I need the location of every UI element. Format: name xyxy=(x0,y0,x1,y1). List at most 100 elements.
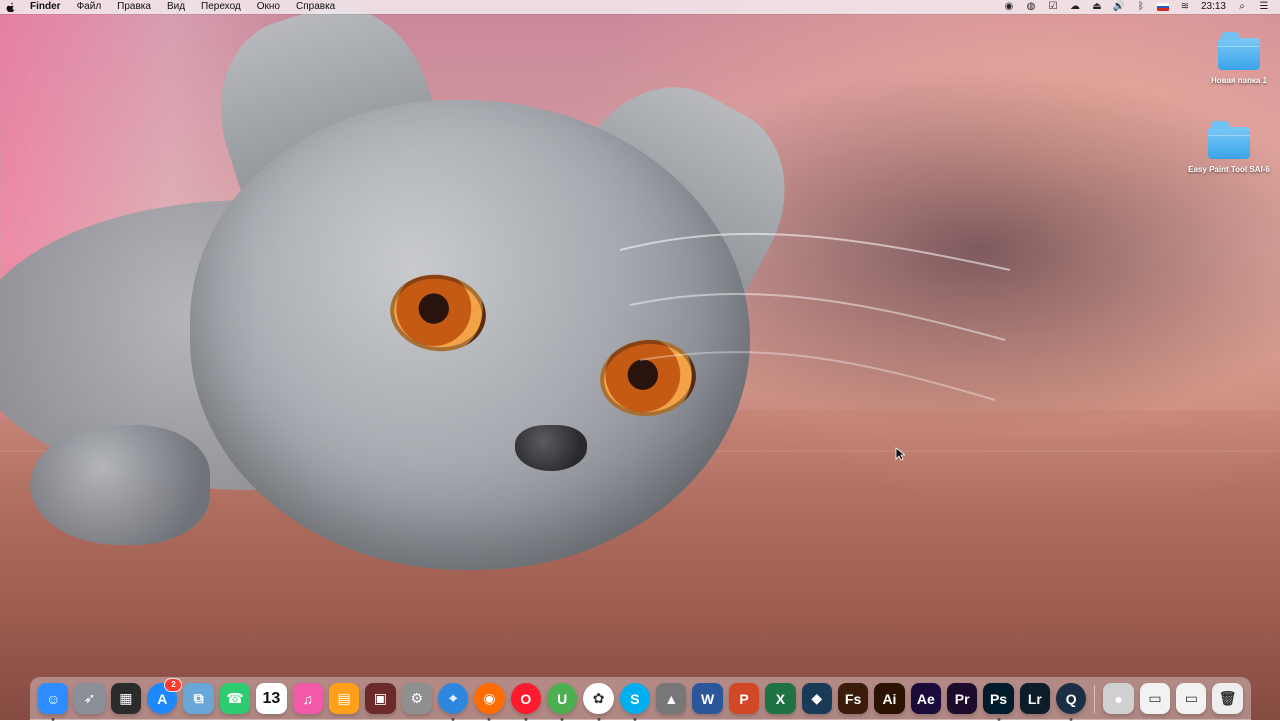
menu-file[interactable]: Файл xyxy=(69,0,110,14)
dock-item-doc-1[interactable]: ▭ xyxy=(1139,683,1171,714)
record-icon: ● xyxy=(1103,683,1133,714)
dock-item-glyph: ▲ xyxy=(664,690,679,707)
dock-item-glyph: ☺ xyxy=(46,690,61,707)
dock-item-glyph: ◉ xyxy=(483,690,496,706)
itunes-icon: ♫ xyxy=(293,683,323,714)
cat-paw xyxy=(30,425,210,545)
dock-item-app-store[interactable]: A2 xyxy=(147,679,182,714)
menu-edit[interactable]: Правка xyxy=(109,0,159,14)
desktop-folder-2[interactable]: Easy Paint Tool SAI-6 xyxy=(1184,121,1274,174)
eject-icon[interactable]: ⏏ xyxy=(1091,1,1103,13)
dock-item-app[interactable]: ◆ xyxy=(801,683,832,714)
sketch-icon: ◆ xyxy=(802,683,832,714)
excel-icon: X xyxy=(765,683,795,714)
bluetooth-icon[interactable]: ᛒ xyxy=(1135,1,1147,13)
dock-item-preview[interactable]: ⧉ xyxy=(183,683,214,714)
dock-item-adobe-illustrator[interactable]: Ai xyxy=(874,683,905,714)
dock-item-facetime[interactable]: ☎ xyxy=(219,683,251,714)
keyboard-layout-flag-icon[interactable] xyxy=(1156,3,1169,11)
dock-item-glyph: ▦ xyxy=(119,690,133,706)
dock-item-doc-2[interactable]: ▭ xyxy=(1176,683,1207,714)
dock-item-text: Ae xyxy=(916,690,935,707)
photo-booth-icon: ▣ xyxy=(365,683,395,714)
dock-item-photos[interactable]: ✿ xyxy=(583,683,614,721)
ae-icon: Ae xyxy=(911,683,941,714)
menu-clock[interactable]: 23:13 xyxy=(1201,0,1226,14)
dock-item-text: P xyxy=(739,690,749,707)
notification-center-icon[interactable]: ☰ xyxy=(1258,1,1270,13)
search-icon[interactable]: ⌕ xyxy=(1236,1,1248,13)
dock-item-launchpad[interactable]: ➶ xyxy=(74,683,105,714)
menu-window[interactable]: Окно xyxy=(249,0,288,14)
wallpaper-cat xyxy=(0,0,1011,590)
dock-item-powerpoint[interactable]: P xyxy=(728,683,760,714)
cloud-icon[interactable]: ☁ xyxy=(1069,1,1081,13)
dock-item-photo-booth[interactable]: ▣ xyxy=(365,683,396,714)
dock-item-premiere-pro[interactable]: Pr xyxy=(946,683,978,714)
dock-item-mission-control[interactable]: ▦ xyxy=(110,683,142,714)
app-status-icon[interactable]: ◍ xyxy=(1025,1,1037,13)
dock-item-glyph: O xyxy=(520,690,532,707)
dock: ☺ ➶ ▦ A 2 ⧉ ☎ 13 ♫ ▤ ▣ ⚙ ⌖ ◉ O U ✿ S ▲ W P X ◆ Fs Ai Ae Pr Ps Lr Q ● ▭ ▭… xyxy=(30,677,1251,721)
trash-icon: 🗑 xyxy=(1212,683,1242,714)
dock-item-glyph: ▭ xyxy=(1148,690,1162,706)
dock-items: ☺ ➶ ▦ A 2 ⧉ ☎ 13 ♫ ▤ ▣ ⚙ ⌖ ◉ O U ✿ S ▲ W P X ◆ Fs Ai Ae Pr Ps Lr Q ● ▭ ▭… xyxy=(38,679,1243,721)
folder-icon xyxy=(1208,121,1250,159)
dock-item-quicktime[interactable]: Q xyxy=(1056,683,1087,721)
rocket-icon: ➶ xyxy=(74,683,104,714)
wifi-icon[interactable]: ≋ xyxy=(1179,1,1191,13)
dock-item-word[interactable]: W xyxy=(692,683,723,714)
dock-item-skype[interactable]: S xyxy=(619,683,651,721)
dock-item-firefox[interactable]: ◉ xyxy=(474,683,505,721)
dock-item-glyph: ▭ xyxy=(1184,690,1198,706)
dock-item-opera[interactable]: O xyxy=(510,683,542,721)
menu-left: Finder Файл Правка Вид Переход Окно Спра… xyxy=(0,0,343,14)
dock-item-glyph: A xyxy=(157,690,168,707)
dock-item-finder[interactable]: ☺ xyxy=(38,683,69,721)
triangle-logo-icon: ▲ xyxy=(656,683,686,714)
menu-app-name[interactable]: Finder xyxy=(22,0,69,14)
folder-icon xyxy=(1218,32,1260,70)
dock-item-lightroom[interactable]: Lr xyxy=(1019,683,1051,714)
dock-item-glyph: Q xyxy=(1065,690,1077,707)
dock-item-screen-recorder[interactable]: ● xyxy=(1103,683,1134,714)
dock-item-photoshop[interactable]: Ps xyxy=(983,683,1014,721)
screen-record-icon[interactable]: ◉ xyxy=(1003,1,1015,13)
desktop-folder-1[interactable]: Новая папка 1 xyxy=(1194,32,1280,85)
mouse-cursor-icon xyxy=(895,447,905,461)
dock-item-text: Ai xyxy=(882,690,897,707)
lr-icon: Lr xyxy=(1020,683,1050,714)
document-icon: ▭ xyxy=(1176,683,1206,714)
opera-icon: O xyxy=(511,683,541,714)
check-icon[interactable]: ☑ xyxy=(1047,1,1059,13)
word-icon: W xyxy=(692,683,722,714)
dock-item-glyph: ▤ xyxy=(337,690,351,706)
powerpoint-icon: P xyxy=(729,683,759,714)
dock-item-adobe-fuse[interactable]: Fs xyxy=(837,683,869,714)
menu-help[interactable]: Справка xyxy=(288,0,343,14)
dock-item-system-preferences[interactable]: ⚙ xyxy=(401,683,432,714)
dock-item-trash[interactable]: 🗑 xyxy=(1212,683,1243,714)
dock-item-utorrent[interactable]: U xyxy=(547,683,578,721)
menu-go[interactable]: Переход xyxy=(193,0,249,14)
preview-icon: ⧉ xyxy=(183,683,213,714)
dock-item-ibooks[interactable]: ▤ xyxy=(328,683,360,714)
dock-item-calendar[interactable]: 13 xyxy=(256,683,287,714)
dock-item-glyph: ⌖ xyxy=(449,690,458,706)
dock-item-after-effects[interactable]: Ae xyxy=(910,683,941,714)
dock-separator xyxy=(1094,684,1096,713)
dock-item-safari[interactable]: ⌖ xyxy=(437,683,469,721)
dock-item-text: Pr xyxy=(954,690,970,707)
ai-icon: Ai xyxy=(874,683,904,714)
dock-item-glyph: ➶ xyxy=(83,690,96,706)
dock-item-app[interactable]: ▲ xyxy=(656,683,687,714)
dock-item-excel[interactable]: X xyxy=(765,683,796,714)
menu-view[interactable]: Вид xyxy=(159,0,193,14)
calendar-icon: 13 xyxy=(256,683,286,714)
finder-icon: ☺ xyxy=(38,683,68,714)
volume-icon[interactable]: 🔊 xyxy=(1113,1,1125,13)
dock-item-itunes[interactable]: ♫ xyxy=(292,683,323,714)
dock-item-text: U xyxy=(557,690,568,707)
apple-icon[interactable] xyxy=(0,1,22,13)
dock-item-glyph: ♫ xyxy=(302,690,313,707)
